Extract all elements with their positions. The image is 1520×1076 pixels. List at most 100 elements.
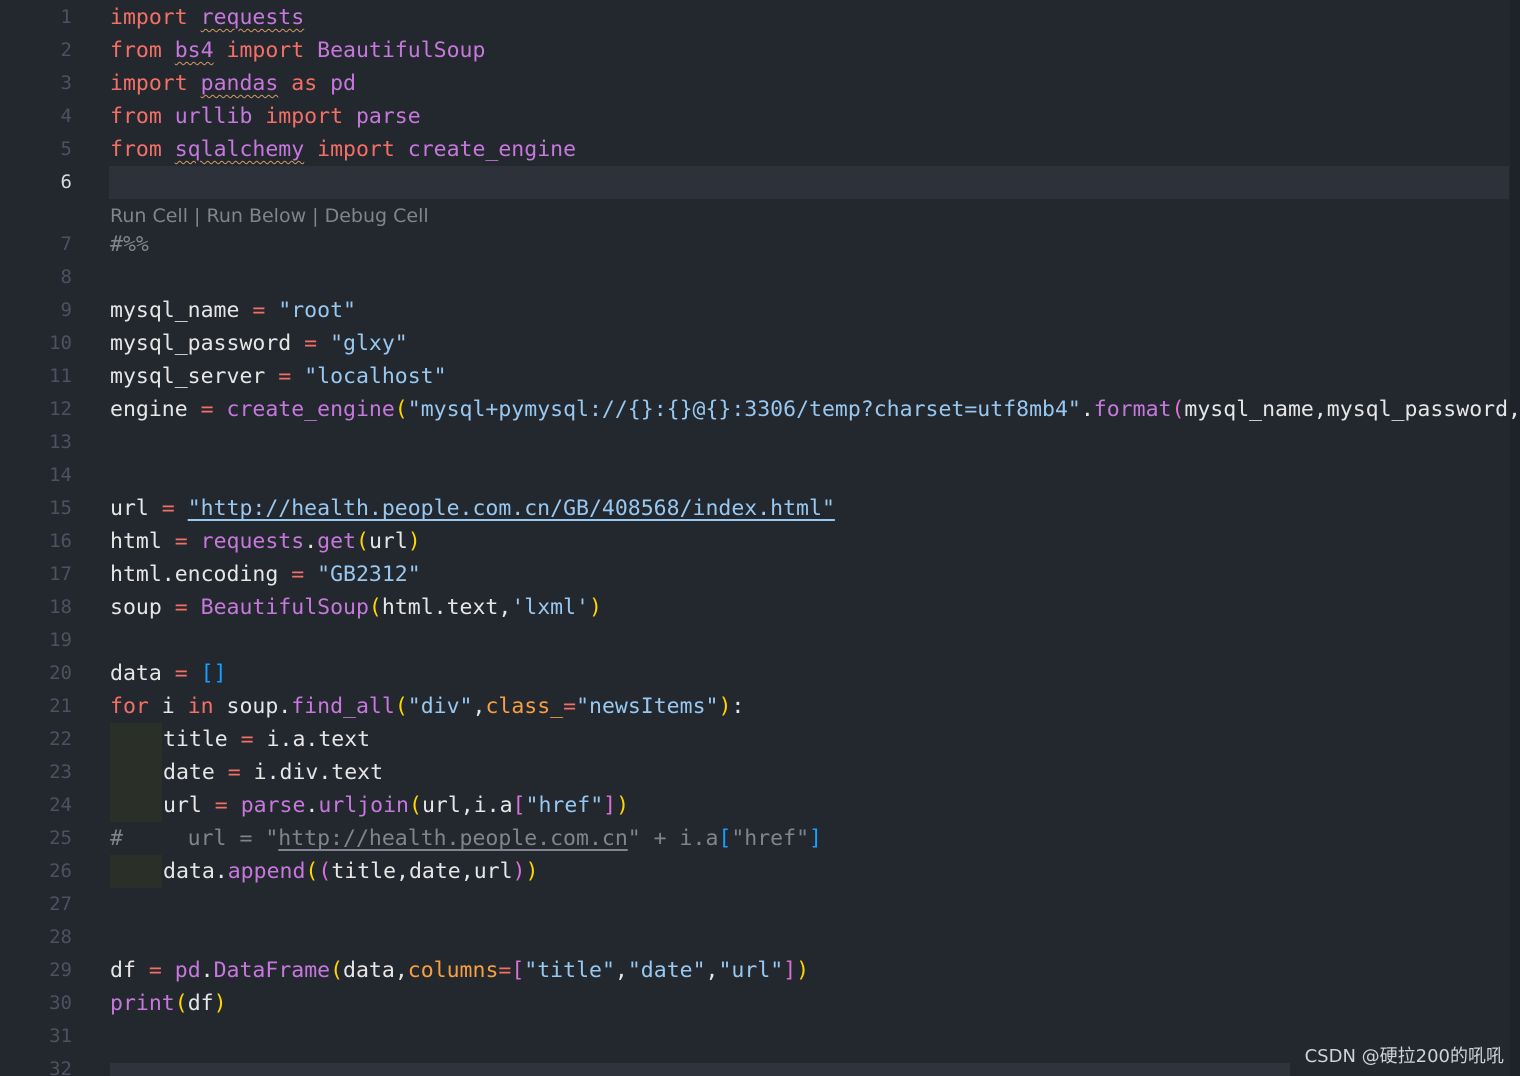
- function-name: print: [110, 991, 175, 1016]
- string: "url": [718, 958, 784, 983]
- current-line-highlight[interactable]: [109, 166, 1509, 199]
- bracket: [: [718, 826, 732, 851]
- code-line[interactable]: # url = "http://health.people.com.cn" + …: [110, 822, 822, 855]
- run-cell-link[interactable]: Run Cell: [110, 205, 188, 227]
- horizontal-scrollbar[interactable]: [110, 1063, 1290, 1076]
- text: [265, 298, 278, 323]
- code-line[interactable]: #%%: [110, 228, 149, 261]
- text: [162, 958, 175, 983]
- comment-link[interactable]: http://health.people.com.cn: [278, 826, 628, 851]
- identifier: engine: [110, 397, 201, 422]
- code-line[interactable]: url = "http://health.people.com.cn/GB/40…: [110, 492, 835, 525]
- code-line[interactable]: html.encoding = "GB2312": [110, 558, 421, 591]
- identifier: BeautifulSoup: [304, 38, 486, 63]
- bracket: (: [174, 991, 188, 1016]
- line-number: 25: [49, 827, 72, 849]
- arguments: html.text,: [381, 595, 512, 620]
- code-line[interactable]: data = []: [110, 657, 227, 690]
- debug-cell-link[interactable]: Debug Cell: [325, 205, 429, 227]
- operator: =: [174, 529, 188, 554]
- text: [175, 496, 188, 521]
- code-line[interactable]: from urllib import parse: [110, 100, 421, 133]
- code-line[interactable]: soup = BeautifulSoup(html.text,'lxml'): [110, 591, 602, 624]
- line-number: 12: [49, 398, 72, 420]
- code-line[interactable]: mysql_server = "localhost": [110, 360, 447, 393]
- operator: =: [227, 760, 241, 785]
- text: i.a.text: [253, 727, 371, 752]
- code-line[interactable]: url = parse.urljoin(url,i.a["href"]): [163, 789, 629, 822]
- function-name: urljoin: [318, 793, 409, 818]
- line-number: 22: [49, 728, 72, 750]
- bracket: (: [356, 529, 369, 554]
- bracket: ): [213, 991, 227, 1016]
- function-name: create_engine: [226, 397, 395, 422]
- line-number: 20: [49, 662, 72, 684]
- bracket: ): [589, 595, 602, 620]
- code-line[interactable]: date = i.div.text: [163, 756, 383, 789]
- operator: =: [240, 727, 254, 752]
- line-number: 9: [60, 299, 72, 321]
- run-below-link[interactable]: Run Below: [206, 205, 306, 227]
- function-name: BeautifulSoup: [200, 595, 369, 620]
- code-line[interactable]: from sqlalchemy import create_engine: [110, 133, 576, 166]
- text: [317, 331, 330, 356]
- code-line[interactable]: mysql_password = "glxy": [110, 327, 408, 360]
- line-number: 11: [49, 365, 72, 387]
- arguments: data,: [343, 958, 408, 983]
- indent-guide: [110, 789, 162, 822]
- line-number: 16: [49, 530, 72, 552]
- identifier: title: [163, 727, 241, 752]
- identifier: html: [110, 529, 175, 554]
- class-name: DataFrame: [213, 958, 331, 983]
- text: [162, 38, 175, 63]
- indent-guide: [110, 855, 162, 888]
- text: [188, 661, 201, 686]
- identifier: mysql_password: [110, 331, 305, 356]
- keyword-argument: class_: [485, 694, 564, 719]
- line-number: 10: [49, 332, 72, 354]
- operator: =: [291, 562, 305, 587]
- cell-marker: #%%: [110, 232, 149, 257]
- bracket: [: [512, 793, 526, 818]
- bracket: (: [394, 694, 408, 719]
- bracket: (: [330, 958, 344, 983]
- line-number: 14: [49, 464, 72, 486]
- line-number: 24: [49, 794, 72, 816]
- keyword: import: [110, 5, 188, 30]
- function-name: append: [227, 859, 306, 884]
- code-line[interactable]: mysql_name = "root": [110, 294, 356, 327]
- code-line[interactable]: import requests: [110, 1, 304, 34]
- bracket: ]: [603, 793, 617, 818]
- identifier: mysql_name: [110, 298, 253, 323]
- code-line[interactable]: for i in soup.find_all("div",class_="new…: [110, 690, 744, 723]
- code-line[interactable]: from bs4 import BeautifulSoup: [110, 34, 485, 67]
- text: i.div.text: [240, 760, 384, 785]
- line-number: 30: [49, 992, 72, 1014]
- identifier: date: [163, 760, 228, 785]
- code-line[interactable]: engine = create_engine("mysql+pymysql://…: [110, 393, 1520, 426]
- vertical-scrollbar[interactable]: [1510, 0, 1520, 1076]
- code-line[interactable]: import pandas as pd: [110, 67, 356, 100]
- bracket: ): [407, 529, 421, 554]
- identifier: pd: [317, 71, 356, 96]
- operator: =: [304, 331, 318, 356]
- string: "root": [278, 298, 356, 323]
- code-line[interactable]: df = pd.DataFrame(data,columns=["title",…: [110, 954, 809, 987]
- url-string-link[interactable]: "http://health.people.com.cn/GB/408568/i…: [188, 496, 835, 521]
- code-line[interactable]: print(df): [110, 987, 227, 1020]
- line-number: 32: [49, 1058, 72, 1076]
- code-line[interactable]: html = requests.get(url): [110, 525, 421, 558]
- bracket: ): [512, 859, 526, 884]
- string: 'lxml': [511, 595, 589, 620]
- line-number: 17: [49, 563, 72, 585]
- module-name: requests: [200, 5, 305, 30]
- bracket: ): [796, 958, 810, 983]
- line-number: 4: [60, 105, 72, 127]
- identifier: df: [110, 958, 149, 983]
- identifier: data: [110, 661, 175, 686]
- code-line[interactable]: title = i.a.text: [163, 723, 370, 756]
- text: [304, 562, 317, 587]
- code-line[interactable]: data.append((title,date,url)): [163, 855, 538, 888]
- text: [162, 137, 175, 162]
- code-editor[interactable]: 1 2 3 4 5 6 7 8 9 10 11 12 13 14 15 16 1…: [0, 0, 1520, 1076]
